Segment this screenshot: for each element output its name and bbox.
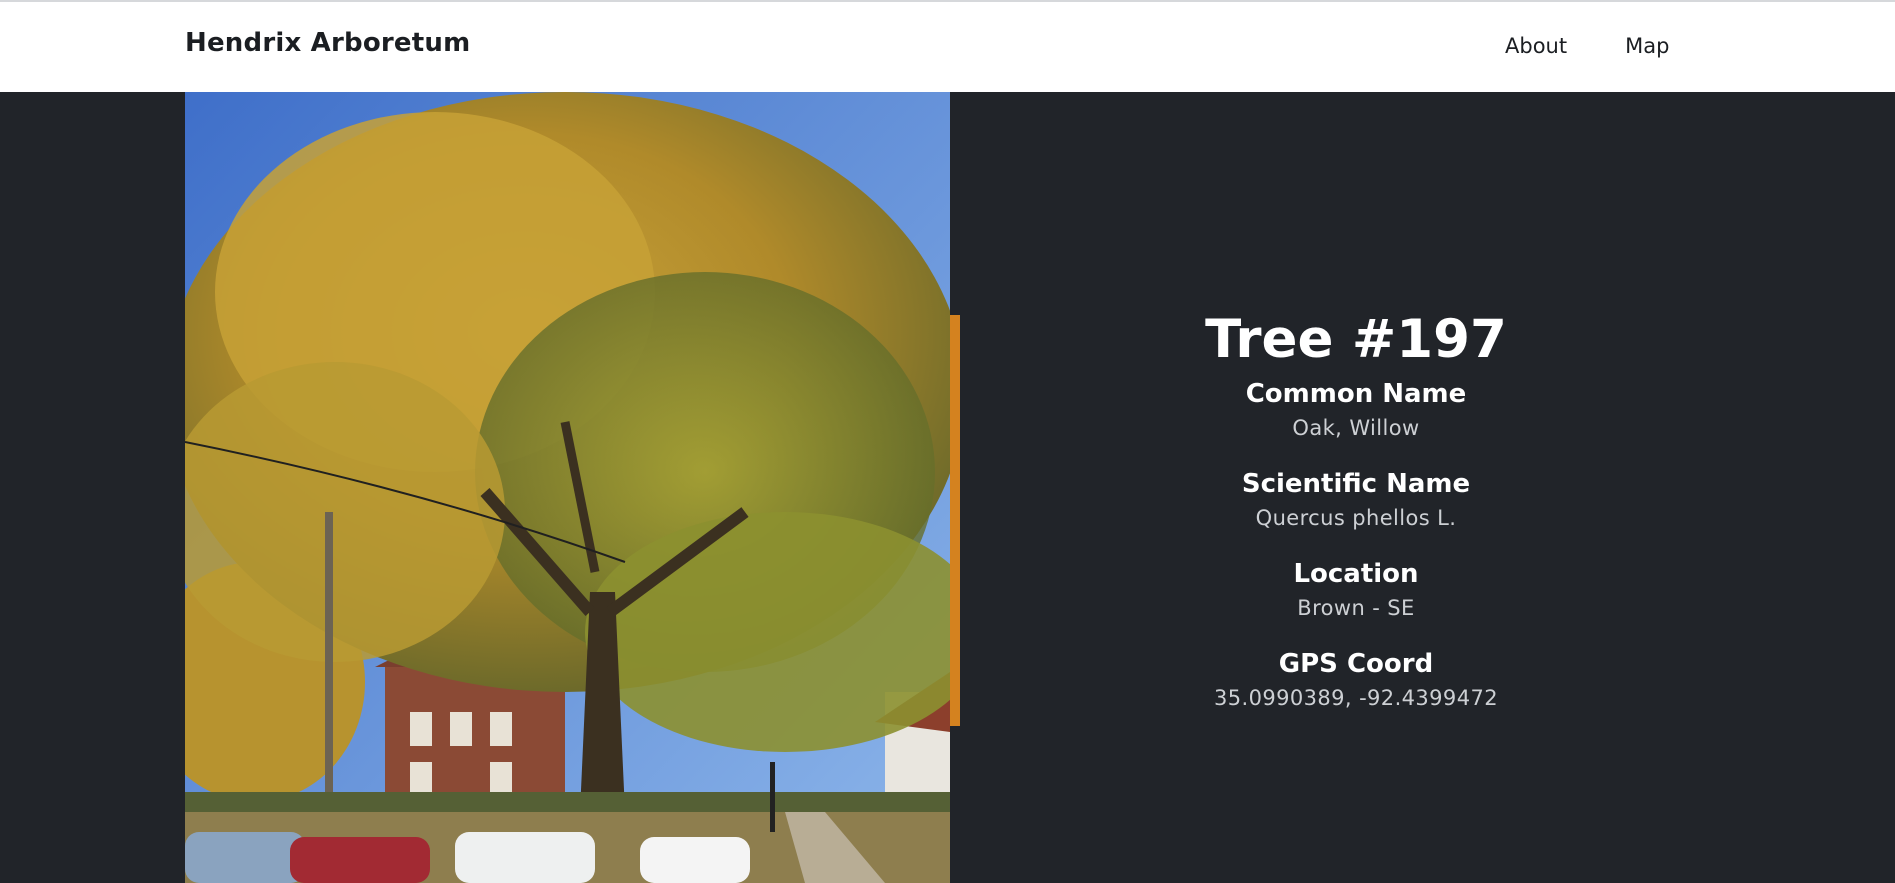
location-value: Brown - SE bbox=[1297, 596, 1415, 620]
tree-title: Tree #197 bbox=[1205, 309, 1507, 370]
location-label: Location bbox=[1293, 559, 1419, 589]
navbar: Hendrix Arboretum About Map bbox=[0, 2, 1895, 92]
scientific-name-label: Scientific Name bbox=[1241, 469, 1471, 499]
nav-links: About Map bbox=[1505, 34, 1669, 58]
nav-link-about[interactable]: About bbox=[1505, 34, 1567, 58]
common-name-label: Common Name bbox=[1245, 379, 1467, 409]
brand-link[interactable]: Hendrix Arboretum bbox=[185, 28, 470, 58]
accent-bar bbox=[950, 315, 960, 726]
nav-link-map[interactable]: Map bbox=[1625, 34, 1669, 58]
gps-coord-value: 35.0990389, -92.4399472 bbox=[1214, 686, 1498, 710]
tree-photo bbox=[185, 92, 950, 883]
common-name-value: Oak, Willow bbox=[1292, 416, 1420, 440]
scientific-name-value: Quercus phellos L. bbox=[1255, 506, 1457, 530]
tree-info: Tree #197 Common Name Oak, Willow Scient… bbox=[1056, 305, 1656, 713]
gps-coord-label: GPS Coord bbox=[1278, 649, 1434, 679]
